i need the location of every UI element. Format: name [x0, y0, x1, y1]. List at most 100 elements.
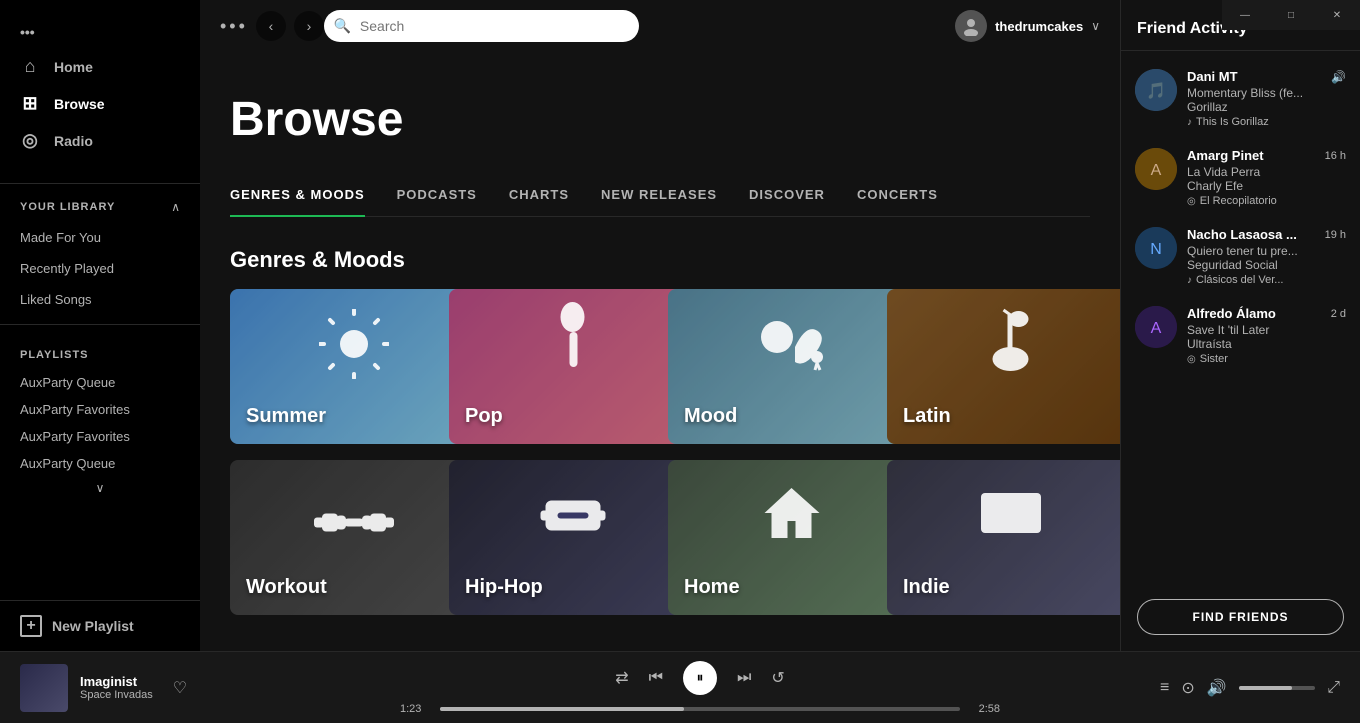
player-track-info: Imaginist Space Invadas ♡ [20, 664, 240, 712]
total-time: 2:58 [970, 703, 1000, 715]
friend-playlist-amarg-pinet: El Recopilatorio [1200, 195, 1277, 207]
friend-info-nacho-lasaosa: Nacho Lasaosa ... 19 h Quiero tener tu p… [1187, 227, 1346, 286]
forward-button[interactable]: › [294, 11, 324, 41]
card-label-mood: Mood [684, 405, 737, 428]
playlist-item-3[interactable]: AuxParty Queue [20, 450, 180, 477]
genre-card-latin[interactable]: Latin [887, 289, 1120, 444]
player-artist: Space Invadas [80, 689, 153, 701]
friend-info-amarg-pinet: Amarg Pinet 16 h La Vida Perra Charly Ef… [1187, 148, 1346, 207]
search-bar: 🔍 [324, 10, 640, 42]
tab-concerts[interactable]: CONCERTS [857, 177, 938, 216]
tab-new-releases[interactable]: NEW RELEASES [601, 177, 717, 216]
genre-grid: Summer Pop [230, 289, 1090, 444]
playlist-item-0[interactable]: AuxParty Queue [20, 369, 180, 396]
device-button[interactable]: ⊙ [1181, 678, 1194, 698]
card-label-latin: Latin [903, 405, 951, 428]
friend-info-alfredo-alamo: Alfredo Álamo 2 d Save It 'til Later Ult… [1187, 306, 1346, 365]
genre-card-summer[interactable]: Summer [230, 289, 478, 444]
playlist-icon-alfredo-alamo: ◎ [1187, 354, 1196, 365]
menu-dots-icon[interactable]: ••• [220, 16, 248, 37]
friend-name-amarg-pinet: Amarg Pinet [1187, 148, 1264, 163]
tab-podcasts[interactable]: PODCASTS [397, 177, 477, 216]
previous-button[interactable]: ⏮ [649, 669, 663, 687]
genre-card-home[interactable]: Home [668, 460, 916, 615]
your-library-section: YOUR LIBRARY ∧ [0, 192, 200, 222]
player-track-details: Imaginist Space Invadas [80, 674, 153, 701]
menu-dots[interactable]: ••• [0, 16, 200, 48]
user-dropdown-icon[interactable]: ∨ [1091, 19, 1100, 33]
genre-card-hiphop[interactable]: Hip-Hop [449, 460, 697, 615]
friend-artist-alfredo-alamo: Ultraísta [1187, 337, 1346, 351]
your-library-label: YOUR LIBRARY [20, 201, 115, 213]
library-collapse-icon[interactable]: ∧ [171, 200, 180, 214]
genre-card-indie[interactable]: Indie [887, 460, 1120, 615]
genre-card-workout[interactable]: Workout [230, 460, 478, 615]
player-controls: ⇄ ⏮ ⏸ ⏭ ↺ 1:23 2:58 [260, 661, 1140, 715]
browse-area: Browse GENRES & MOODS PODCASTS CHARTS NE… [200, 52, 1120, 651]
genre-card-pop[interactable]: Pop [449, 289, 697, 444]
new-playlist-icon: + [20, 615, 42, 637]
playlists-section: PLAYLISTS AuxParty Queue AuxParty Favori… [0, 333, 200, 507]
player-bar: Imaginist Space Invadas ♡ ⇄ ⏮ ⏸ ⏭ ↺ 1:23 [0, 651, 1360, 723]
genre-card-mood[interactable]: Mood [668, 289, 916, 444]
card-label-summer: Summer [246, 405, 326, 428]
friend-avatar-alfredo-alamo: A [1135, 306, 1177, 348]
friend-avatar-dani-mt: 🎵 [1135, 69, 1177, 111]
play-pause-button[interactable]: ⏸ [683, 661, 717, 695]
player-right-controls: ≡ ⊙ 🔊 ⤢ [1160, 678, 1340, 698]
library-items: Made For You Recently Played Liked Songs… [0, 222, 200, 316]
back-button[interactable]: ‹ [256, 11, 286, 41]
player-track-name: Imaginist [80, 674, 153, 689]
volume-bar[interactable] [1239, 686, 1316, 690]
main-content: ••• ‹ › 🔍 [200, 0, 1120, 651]
find-friends-button[interactable]: FIND FRIENDS [1137, 599, 1344, 635]
repeat-button[interactable]: ↺ [771, 668, 784, 688]
tab-charts[interactable]: CHARTS [509, 177, 569, 216]
browse-icon: ⊞ [20, 93, 40, 114]
playlist-item-2[interactable]: AuxParty Favorites [20, 423, 180, 450]
minimize-button[interactable]: — [1222, 0, 1268, 30]
friend-list: 🎵 Dani MT 🔊 Momentary Bliss (fe... Goril… [1121, 51, 1360, 583]
latin-icon [984, 307, 1039, 389]
friend-time-amarg-pinet: 16 h [1325, 150, 1346, 162]
playlist-scroll-down[interactable]: ∨ [20, 477, 180, 499]
user-avatar [955, 10, 987, 42]
search-input[interactable] [324, 10, 640, 42]
sidebar-item-home[interactable]: ⌂ Home [0, 48, 200, 85]
library-item-albums[interactable]: Albums [0, 315, 200, 316]
new-playlist-button[interactable]: + New Playlist [0, 600, 200, 651]
like-button[interactable]: ♡ [173, 678, 187, 698]
pop-icon [546, 302, 601, 384]
library-item-recently-played[interactable]: Recently Played [0, 253, 200, 284]
player-buttons: ⇄ ⏮ ⏸ ⏭ ↺ [615, 661, 785, 695]
library-item-made-for-you[interactable]: Made For You [0, 222, 200, 253]
library-item-liked-songs[interactable]: Liked Songs [0, 284, 200, 315]
user-area[interactable]: thedrumcakes ∨ [955, 10, 1100, 42]
friend-playlist-nacho-lasaosa: Clásicos del Ver... [1196, 274, 1283, 286]
maximize-button[interactable]: □ [1268, 0, 1314, 30]
home-genre-icon [760, 483, 825, 555]
friend-info-dani-mt: Dani MT 🔊 Momentary Bliss (fe... Gorilla… [1187, 69, 1346, 128]
friend-name-alfredo-alamo: Alfredo Álamo [1187, 306, 1276, 321]
next-button[interactable]: ⏭ [737, 669, 751, 687]
queue-button[interactable]: ≡ [1160, 679, 1169, 697]
playlist-icon-nacho-lasaosa: ♪ [1187, 275, 1192, 286]
friend-item-nacho-lasaosa: N Nacho Lasaosa ... 19 h Quiero tener tu… [1121, 217, 1360, 296]
tab-discover[interactable]: DISCOVER [749, 177, 825, 216]
player-album-art [20, 664, 68, 712]
progress-bar[interactable] [440, 707, 960, 711]
playlist-icon-amarg-pinet: ◎ [1187, 196, 1196, 207]
sidebar-item-browse[interactable]: ⊞ Browse [0, 85, 200, 122]
playlist-item-1[interactable]: AuxParty Favorites [20, 396, 180, 423]
friend-artist-amarg-pinet: Charly Efe [1187, 179, 1346, 193]
playlists-label: PLAYLISTS [20, 349, 180, 361]
tab-genres-moods[interactable]: GENRES & MOODS [230, 177, 365, 216]
genres-section-title: Genres & Moods [230, 247, 1090, 273]
fullscreen-button[interactable]: ⤢ [1327, 679, 1340, 697]
shuffle-button[interactable]: ⇄ [615, 668, 628, 688]
sidebar-item-radio[interactable]: ◎ Radio [0, 122, 200, 159]
friend-avatar-nacho-lasaosa: N [1135, 227, 1177, 269]
workout-icon [314, 495, 394, 550]
close-button[interactable]: ✕ [1314, 0, 1360, 30]
friend-name-nacho-lasaosa: Nacho Lasaosa ... [1187, 227, 1297, 242]
